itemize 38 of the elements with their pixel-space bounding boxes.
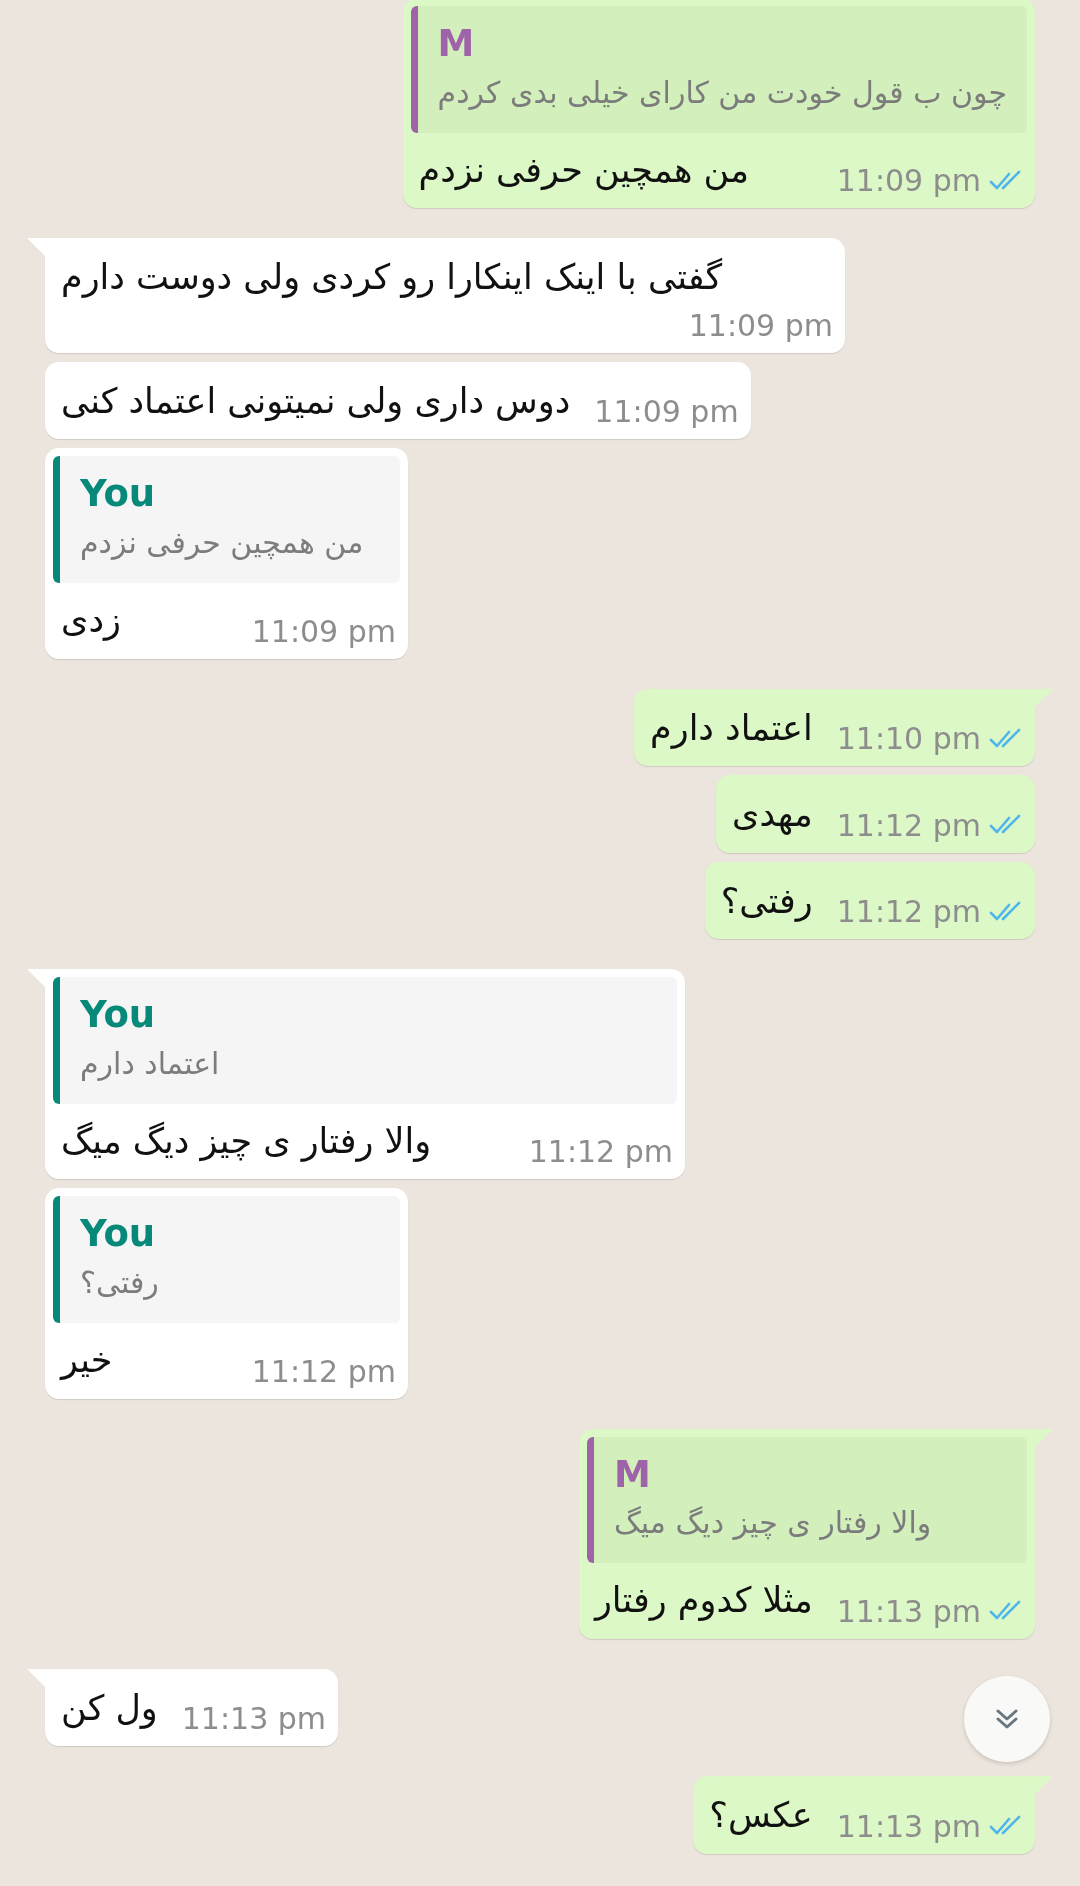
bubble-tail bbox=[27, 1669, 47, 1689]
quote-text: چون ب قول خودت من کارای خیلی بدی کردم bbox=[437, 73, 1007, 112]
message-time: 11:12 pm bbox=[528, 1134, 673, 1170]
message-time: 11:12 pm bbox=[251, 1353, 396, 1389]
scroll-down-button[interactable] bbox=[964, 1676, 1050, 1762]
message-time: 11:12 pm bbox=[836, 807, 981, 843]
message-text: رفتی؟ bbox=[720, 879, 813, 924]
message-text: دوس داری ولی نمیتونی اعتماد کنی bbox=[61, 379, 571, 424]
message-text: گفتی با اینک اینکارا رو کردی ولی دوست دارم bbox=[61, 256, 723, 300]
quote-author: M bbox=[613, 1451, 652, 1498]
message-time: 11:13 pm bbox=[836, 1809, 981, 1844]
message-text: زدی bbox=[61, 599, 121, 643]
message-text: عکس؟ bbox=[709, 1794, 813, 1838]
quote-author: M bbox=[437, 21, 476, 67]
message-text: من همچین حرفی نزدم bbox=[418, 148, 749, 193]
quote-author: You bbox=[80, 471, 157, 518]
quote-text: من همچین حرفی نزدم bbox=[80, 524, 365, 563]
message-time: 11:10 pm bbox=[836, 721, 981, 757]
message-time: 11:13 pm bbox=[181, 1701, 327, 1737]
message-time: 11:09 pm bbox=[836, 163, 981, 199]
bubble-tail bbox=[27, 238, 47, 259]
message-text: اعتماد دارم bbox=[650, 706, 813, 751]
message-time: 11:09 pm bbox=[594, 394, 739, 430]
bubble-tail bbox=[27, 969, 47, 990]
message-time: 11:09 pm bbox=[688, 307, 833, 343]
quote-author: You bbox=[80, 992, 157, 1039]
message-text: مثلا کدوم رفتار bbox=[594, 1579, 813, 1623]
message-text: والا رفتار ی چیز دیگ میگ bbox=[61, 1119, 432, 1164]
quote-text: والا رفتار ی چیز دیگ میگ bbox=[613, 1504, 933, 1543]
message-text: ول کن bbox=[61, 1687, 158, 1731]
quote-author: You bbox=[80, 1211, 157, 1258]
message-time: 11:12 pm bbox=[836, 894, 981, 930]
message-text: خیر bbox=[61, 1339, 113, 1383]
message-time: 11:13 pm bbox=[836, 1594, 981, 1629]
message-text: مهدی bbox=[732, 793, 813, 837]
message-time: 11:09 pm bbox=[251, 613, 396, 649]
quote-text: اعتماد دارم bbox=[80, 1044, 221, 1083]
quote-text: رفتی؟ bbox=[80, 1264, 160, 1303]
